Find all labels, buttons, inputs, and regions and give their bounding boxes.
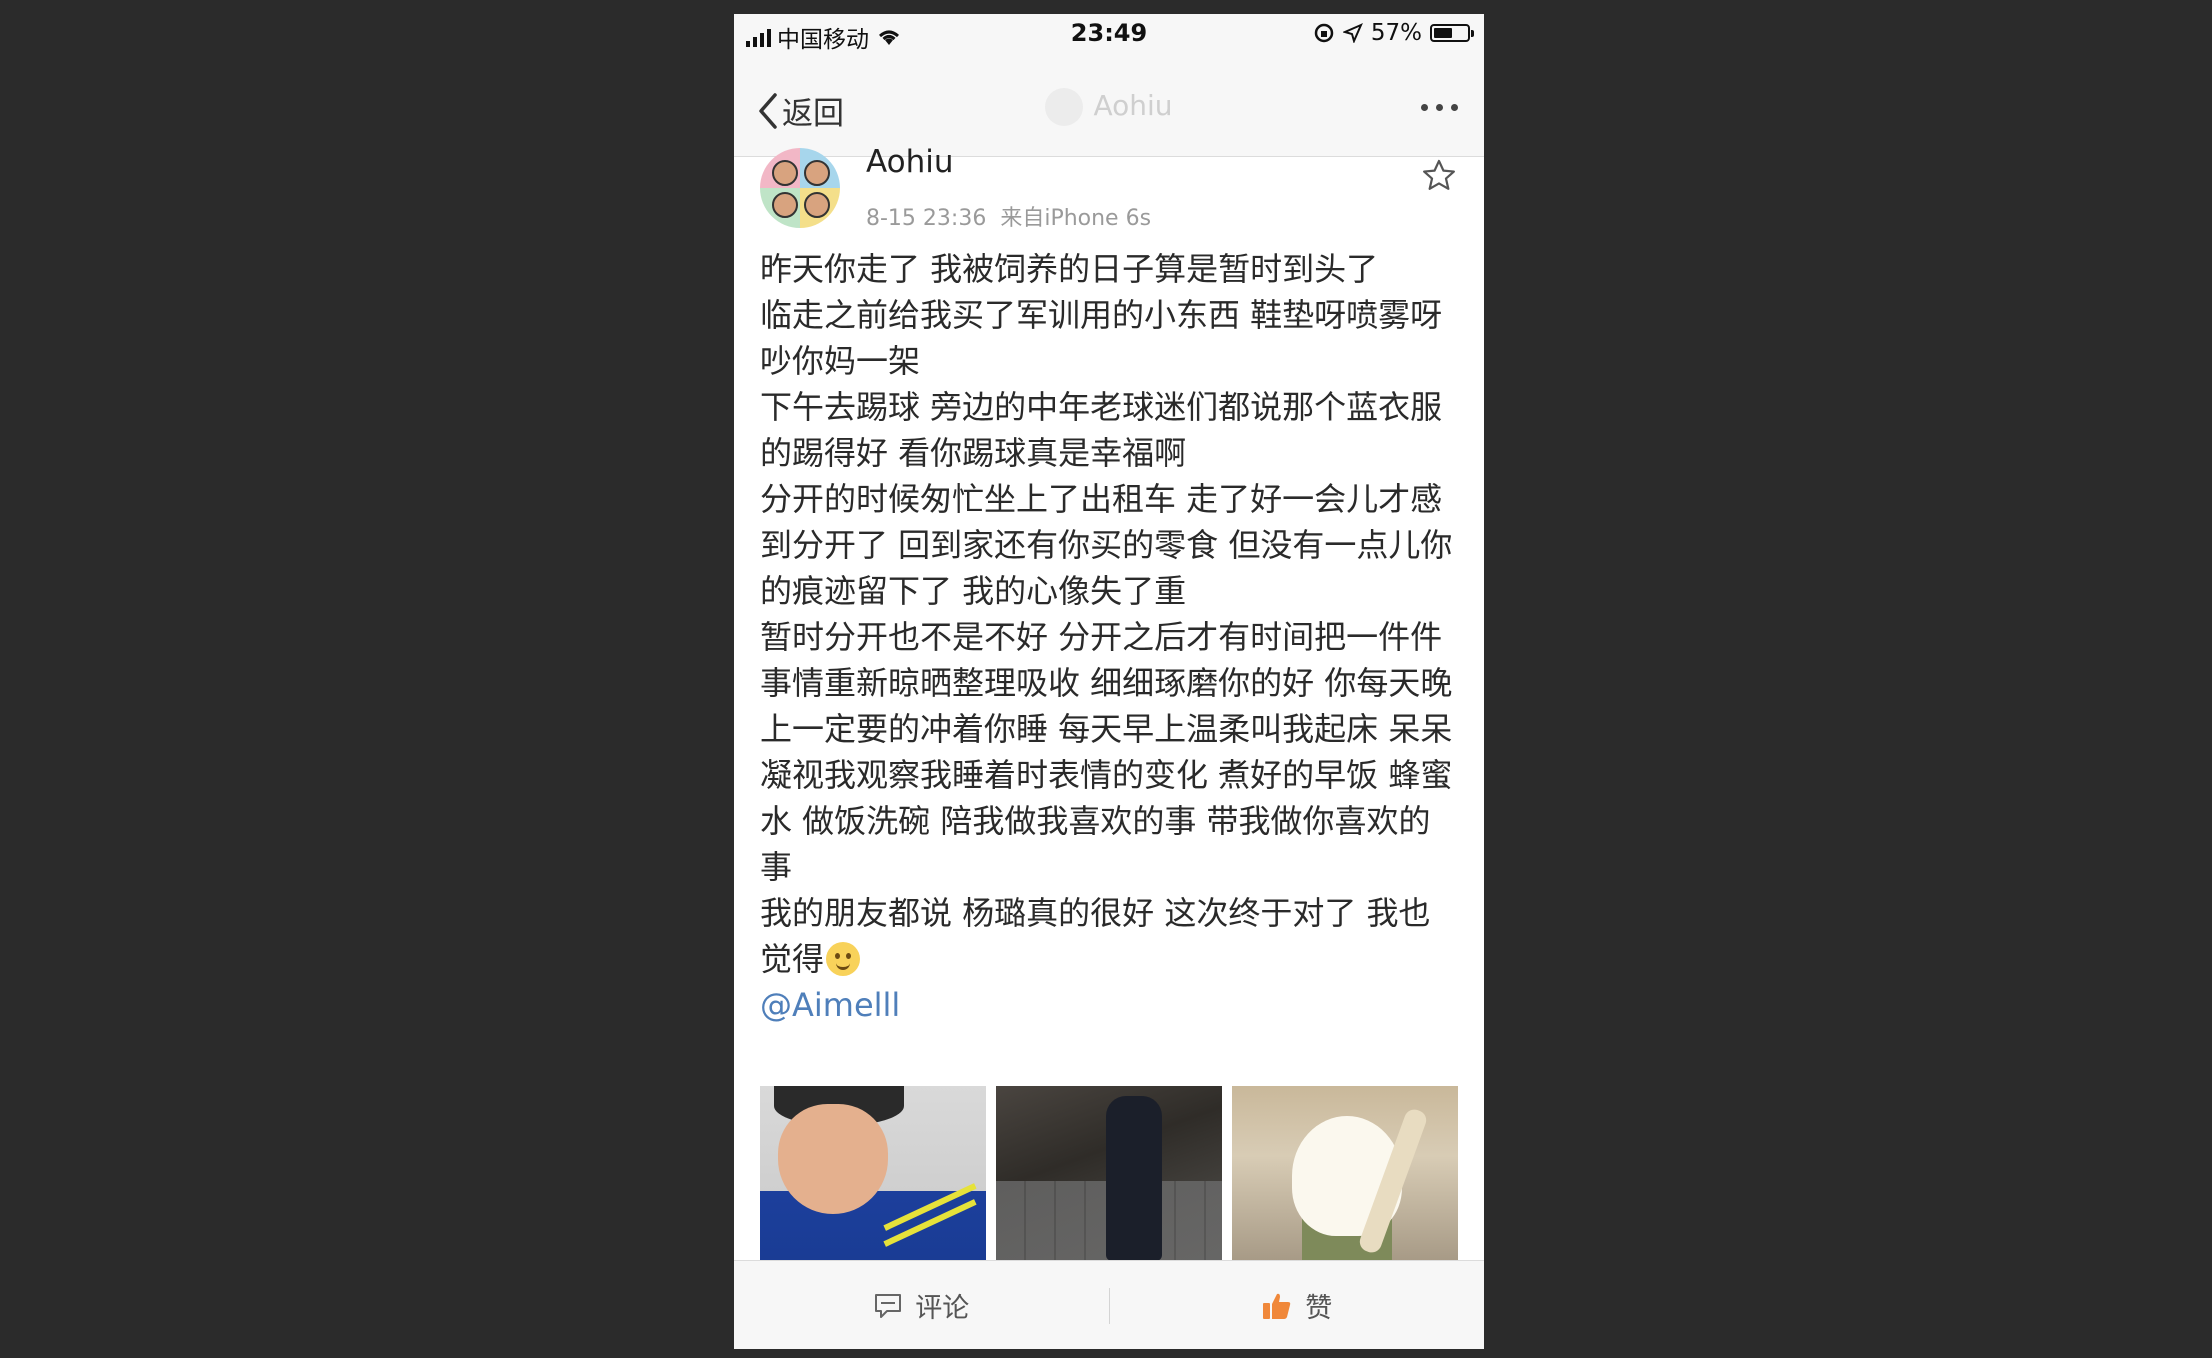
author-name[interactable]: Aohiu — [866, 144, 954, 180]
post-meta: 8-15 23:36 来自iPhone 6s — [866, 200, 1151, 232]
nav-title: Aohiu — [734, 88, 1484, 126]
status-right: 57% — [1313, 20, 1474, 46]
rotation-lock-icon — [1314, 23, 1334, 43]
avatar-face — [772, 160, 798, 186]
avatar-face — [804, 160, 830, 186]
nav-bar: 返回 Aohiu — [734, 56, 1484, 157]
post-time: 8-15 23:36 — [866, 206, 987, 231]
mention-line: @Aimelll — [760, 982, 1460, 1028]
post-line: 吵你妈一架 — [760, 342, 921, 380]
more-dot-icon — [1436, 104, 1443, 111]
thumbs-up-icon — [1263, 1293, 1291, 1319]
comment-button[interactable]: 评论 — [734, 1261, 1109, 1349]
like-button[interactable]: 赞 — [1110, 1261, 1485, 1349]
status-bar: 中国移动 23:49 57% — [734, 14, 1484, 56]
like-label: 赞 — [1305, 1293, 1333, 1324]
phone-screen: 中国移动 23:49 57% 返回 Aohiu Aohiu 8-15 23:36… — [734, 14, 1484, 1349]
post-line-last: 我的朋友都说 杨璐真的很好 这次终于对了 我也觉得 — [760, 890, 1460, 982]
avatar[interactable] — [760, 148, 840, 228]
post-line: 暂时分开也不是不好 分开之后才有时间把一件件事情重新晾晒整理吸收 细细琢磨你的好… — [760, 618, 1453, 886]
comment-icon — [875, 1293, 902, 1318]
post-line: 临走之前给我买了军训用的小东西 鞋垫呀喷雾呀 — [760, 296, 1443, 334]
avatar-face — [772, 192, 798, 218]
title-avatar-icon — [1045, 88, 1084, 126]
photo-thumbnail[interactable] — [996, 1086, 1222, 1261]
mention-link[interactable]: @Aimelll — [760, 982, 900, 1028]
smile-emoji-icon — [826, 942, 861, 976]
post-line: 下午去踢球 旁边的中年老球迷们都说那个蓝衣服的踢得好 看你踢球真是幸福啊 — [760, 388, 1443, 472]
bottom-toolbar: 评论 赞 — [734, 1260, 1484, 1349]
more-button[interactable] — [1421, 104, 1458, 111]
battery-icon — [1430, 24, 1474, 42]
post-line: 分开的时候匆忙坐上了出租车 走了好一会儿才感到分开了 回到家还有你买的零食 但没… — [760, 480, 1453, 610]
more-dot-icon — [1421, 104, 1428, 111]
nav-title-text: Aohiu — [1093, 89, 1173, 122]
post-line: 我的朋友都说 杨璐真的很好 这次终于对了 我也觉得 — [760, 894, 1431, 978]
photo-thumbnail[interactable] — [1232, 1086, 1458, 1261]
battery-percent: 57% — [1370, 20, 1422, 46]
post-line: 昨天你走了 我被饲养的日子算是暂时到头了 — [760, 250, 1379, 288]
favorite-star-icon[interactable] — [1420, 157, 1458, 195]
comment-label: 评论 — [915, 1293, 970, 1324]
location-icon — [1342, 23, 1363, 43]
photo-thumbnail[interactable] — [760, 1086, 986, 1261]
avatar-face — [804, 192, 830, 218]
photo-grid — [760, 1086, 1460, 1261]
battery-fill — [1434, 28, 1452, 38]
post-text: 昨天你走了 我被饲养的日子算是暂时到头了 临走之前给我买了军训用的小东西 鞋垫呀… — [760, 246, 1460, 1028]
post-source: 来自iPhone 6s — [1000, 206, 1152, 231]
more-dot-icon — [1451, 104, 1458, 111]
